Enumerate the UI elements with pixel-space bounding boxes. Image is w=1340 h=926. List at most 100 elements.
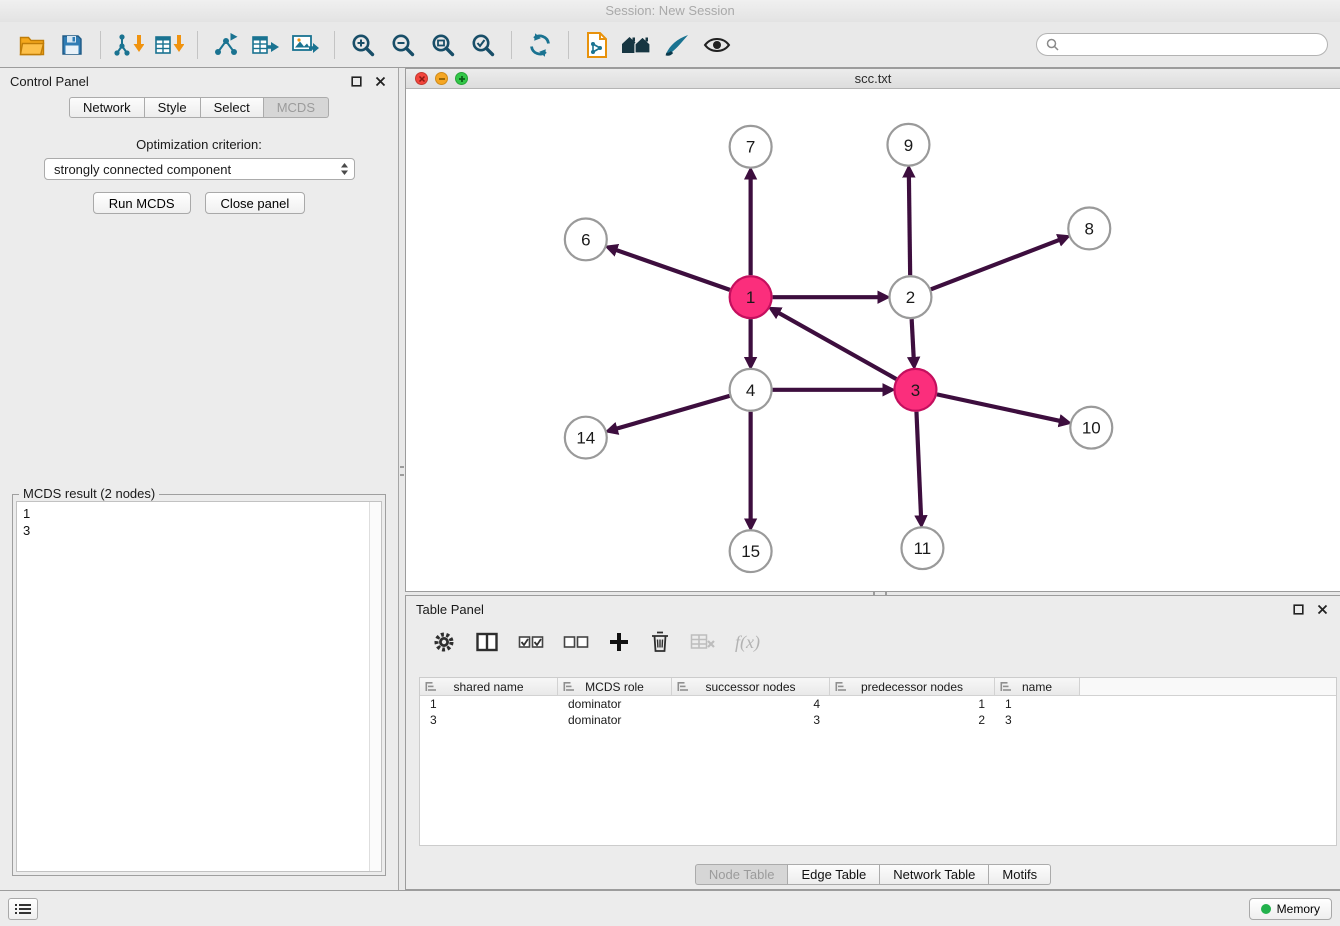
table-header-row: shared nameMCDS role successor nodes prede… [420, 678, 1336, 696]
show-columns-button[interactable] [475, 631, 499, 653]
import-table-button[interactable] [149, 26, 189, 64]
run-mcds-button[interactable]: Run MCDS [93, 192, 191, 214]
edge-3-10[interactable] [937, 394, 1063, 421]
edge-1-6[interactable] [613, 249, 730, 290]
tab-node-table[interactable]: Node Table [695, 864, 789, 885]
graph-node-3[interactable]: 3 [894, 369, 936, 411]
tab-mcds[interactable]: MCDS [264, 97, 329, 118]
tab-edge-table[interactable]: Edge Table [788, 864, 880, 885]
graph-node-6[interactable]: 6 [565, 218, 607, 260]
search-icon [1046, 38, 1059, 51]
task-history-button[interactable] [8, 898, 38, 920]
graph-node-2[interactable]: 2 [889, 276, 931, 318]
tab-style[interactable]: Style [145, 97, 201, 118]
close-panel-button[interactable] [373, 74, 388, 89]
optimization-criterion-label: Optimization criterion: [0, 137, 398, 152]
window-controls [415, 72, 468, 85]
new-network-from-selection-button[interactable] [577, 26, 617, 64]
export-table-button[interactable] [246, 26, 286, 64]
sort-icon [563, 681, 574, 692]
zoom-fit-button[interactable] [423, 26, 463, 64]
table-body: 1dominator4113dominator323 [420, 696, 1336, 728]
select-all-rows-button[interactable] [518, 633, 544, 651]
show-hide-details-button[interactable] [697, 26, 737, 64]
float-table-panel-button[interactable] [1291, 602, 1306, 617]
network-window-titlebar[interactable]: scc.txt [406, 69, 1340, 89]
mcds-result-line: 1 [23, 505, 375, 522]
optimization-select[interactable]: strongly connected component [44, 158, 355, 180]
network-canvas[interactable]: 7 9 6 8 1 2 4 3 14 10 15 11 [406, 89, 1340, 591]
column-header-shared-name[interactable]: shared name [420, 678, 558, 695]
zoom-out-button[interactable] [383, 26, 423, 64]
edge-3-11[interactable] [916, 412, 921, 520]
float-panel-button[interactable] [349, 74, 364, 89]
memory-button[interactable]: Memory [1249, 898, 1332, 920]
search-input[interactable] [1065, 36, 1318, 53]
import-table-icon [154, 32, 184, 58]
control-panel-header: Control Panel [0, 68, 398, 94]
column-header-label: name [1022, 680, 1052, 694]
sort-icon [425, 681, 436, 692]
graph-node-14[interactable]: 14 [565, 417, 607, 459]
mcds-result-scrollbar[interactable] [369, 502, 381, 871]
splitter-grip [400, 466, 404, 476]
column-header-label: predecessor nodes [861, 680, 963, 694]
edge-2-8[interactable] [931, 239, 1062, 289]
apply-style-button[interactable] [657, 26, 697, 64]
column-header-name[interactable]: name [995, 678, 1080, 695]
graph-node-11[interactable]: 11 [901, 527, 943, 569]
deselect-all-rows-button[interactable] [563, 633, 589, 651]
table-cell: 1 [995, 696, 1080, 712]
close-mcds-panel-button[interactable]: Close panel [205, 192, 306, 214]
table-row[interactable]: 3dominator323 [420, 712, 1336, 728]
graph-node-7[interactable]: 7 [730, 126, 772, 168]
table-row[interactable]: 1dominator411 [420, 696, 1336, 712]
save-session-button[interactable] [52, 26, 92, 64]
edge-3-1[interactable] [776, 311, 896, 379]
export-network-icon [212, 32, 240, 58]
node-label: 14 [576, 429, 595, 448]
graph-node-10[interactable]: 10 [1070, 407, 1112, 449]
zoom-in-button[interactable] [343, 26, 383, 64]
edge-4-14[interactable] [614, 396, 730, 430]
export-image-button[interactable] [286, 26, 326, 64]
tab-network-table[interactable]: Network Table [880, 864, 989, 885]
open-file-button[interactable] [12, 26, 52, 64]
add-row-button[interactable] [608, 631, 630, 653]
sort-icon [835, 681, 846, 692]
column-header-predecessor-nodes[interactable]: predecessor nodes [830, 678, 995, 695]
import-network-button[interactable] [109, 26, 149, 64]
tab-motifs[interactable]: Motifs [989, 864, 1051, 885]
plus-icon [608, 631, 630, 653]
graph-node-15[interactable]: 15 [730, 530, 772, 572]
zoom-selected-button[interactable] [463, 26, 503, 64]
export-network-button[interactable] [206, 26, 246, 64]
close-table-panel-button[interactable] [1315, 602, 1330, 617]
delete-row-button[interactable] [649, 630, 671, 654]
column-header-successor-nodes[interactable]: successor nodes [672, 678, 830, 695]
column-header-MCDS-role[interactable]: MCDS role [558, 678, 672, 695]
column-header-label: successor nodes [705, 680, 795, 694]
edge-2-9[interactable] [909, 174, 910, 276]
minimize-window-button[interactable] [435, 72, 448, 85]
refresh-view-button[interactable] [520, 26, 560, 64]
search-box[interactable] [1036, 33, 1328, 56]
graph-node-8[interactable]: 8 [1068, 208, 1110, 250]
maximize-window-button[interactable] [455, 72, 468, 85]
tab-select[interactable]: Select [201, 97, 264, 118]
close-icon [375, 76, 386, 87]
tab-network[interactable]: Network [69, 97, 145, 118]
graph-node-1[interactable]: 1 [730, 276, 772, 318]
float-window-icon [351, 76, 362, 87]
mcds-result-list[interactable]: 13 [16, 501, 382, 872]
table-settings-button[interactable] [432, 630, 456, 654]
graph-node-4[interactable]: 4 [730, 369, 772, 411]
first-neighbors-button[interactable] [617, 26, 657, 64]
edge-2-3[interactable] [912, 319, 914, 361]
close-window-button[interactable] [415, 72, 428, 85]
window-title: Session: New Session [605, 3, 734, 18]
table-cell: 3 [672, 712, 830, 728]
network-graph[interactable]: 7 9 6 8 1 2 4 3 14 10 15 11 [406, 89, 1340, 591]
graph-node-9[interactable]: 9 [887, 124, 929, 166]
list-icon [15, 903, 31, 915]
